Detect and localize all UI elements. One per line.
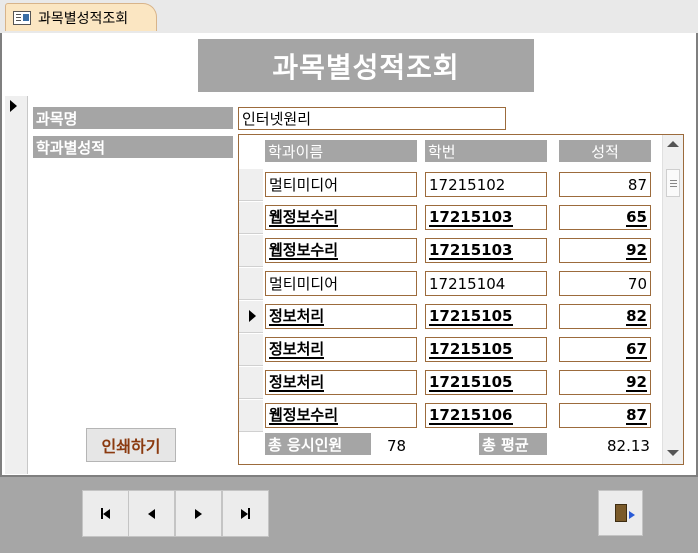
cell-student-id-text: 17215105 [429, 372, 513, 392]
cell-score-text: 87 [626, 405, 647, 425]
page-title: 과목별성적조회 [272, 50, 460, 84]
cell-dept-name[interactable]: 웹정보수리 [265, 205, 417, 230]
row-selector[interactable] [239, 400, 263, 432]
header-score: 성적 [559, 140, 651, 162]
scroll-down-icon[interactable] [667, 450, 679, 456]
cell-score-text: 87 [627, 175, 647, 194]
cell-student-id-text: 17215105 [429, 306, 513, 326]
cell-student-id-text: 17215103 [429, 240, 513, 260]
total-count-label: 총 응시인원 [265, 433, 371, 455]
first-record-icon [101, 508, 110, 519]
subform-vertical-scrollbar[interactable] [662, 135, 683, 464]
record-selector[interactable] [5, 96, 28, 474]
cell-dept-name-text: 정보처리 [269, 306, 325, 326]
scroll-thumb[interactable] [666, 169, 680, 197]
row-selector[interactable] [239, 202, 263, 234]
cell-score[interactable]: 92 [559, 370, 651, 395]
cell-dept-name[interactable]: 멀티미디어 [265, 172, 417, 197]
cell-score[interactable]: 87 [559, 172, 651, 197]
cell-score[interactable]: 70 [559, 271, 651, 296]
cell-score-text: 70 [627, 274, 647, 293]
cell-student-id[interactable]: 17215102 [425, 172, 547, 197]
print-button[interactable]: 인쇄하기 [86, 428, 176, 462]
cell-score[interactable]: 92 [559, 238, 651, 263]
subject-name-label: 과목명 [33, 107, 233, 129]
cell-student-id[interactable]: 17215105 [425, 337, 547, 362]
exit-button[interactable] [598, 490, 643, 536]
cell-dept-name-text: 정보처리 [269, 372, 325, 392]
cell-dept-name[interactable]: 웹정보수리 [265, 238, 417, 263]
cell-score-text: 65 [626, 207, 647, 227]
cell-score[interactable]: 82 [559, 304, 651, 329]
cell-dept-name[interactable]: 멀티미디어 [265, 271, 417, 296]
dept-grades-label: 학과별성적 [33, 136, 233, 158]
cell-dept-name-text: 웹정보수리 [269, 207, 339, 227]
cell-score[interactable]: 67 [559, 337, 651, 362]
subject-name-field[interactable]: 인터넷원리 [238, 107, 506, 130]
row-selector[interactable] [239, 301, 263, 333]
last-record-button[interactable] [222, 490, 269, 537]
title-banner: 과목별성적조회 [198, 39, 534, 92]
cell-student-id-text: 17215105 [429, 339, 513, 359]
last-record-icon [241, 508, 250, 519]
exit-door-icon [614, 504, 635, 522]
tab-label: 과목별성적조회 [38, 10, 129, 27]
cell-student-id[interactable]: 17215104 [425, 271, 547, 296]
cell-student-id-text: 17215106 [429, 405, 513, 425]
previous-record-button[interactable] [128, 490, 175, 537]
cell-dept-name[interactable]: 웹정보수리 [265, 403, 417, 428]
row-selector[interactable] [239, 334, 263, 366]
current-record-arrow-icon [10, 100, 17, 112]
header-student-id: 학번 [425, 140, 547, 162]
cell-dept-name[interactable]: 정보처리 [265, 304, 417, 329]
cell-student-id-text: 17215103 [429, 207, 513, 227]
header-dept-name: 학과이름 [265, 140, 417, 162]
cell-dept-name-text: 정보처리 [269, 339, 325, 359]
total-count-value: 78 [387, 437, 407, 455]
row-selector[interactable] [239, 235, 263, 267]
cell-student-id[interactable]: 17215105 [425, 304, 547, 329]
cell-student-id[interactable]: 17215103 [425, 238, 547, 263]
cell-dept-name-text: 웹정보수리 [269, 405, 339, 425]
row-selector[interactable] [239, 169, 263, 201]
cell-dept-name-text: 웹정보수리 [269, 240, 339, 260]
cell-score-text: 82 [626, 306, 647, 326]
cell-student-id-text: 17215102 [429, 175, 506, 194]
cell-score-text: 92 [626, 372, 647, 392]
cell-dept-name[interactable]: 정보처리 [265, 337, 417, 362]
cell-student-id[interactable]: 17215105 [425, 370, 547, 395]
next-record-icon [195, 508, 202, 519]
next-record-button[interactable] [175, 490, 222, 537]
total-average-label: 총 평균 [479, 433, 547, 455]
scroll-up-icon[interactable] [667, 141, 679, 147]
cell-score[interactable]: 65 [559, 205, 651, 230]
row-selector[interactable] [239, 268, 263, 300]
form-icon [13, 10, 31, 25]
cell-student-id[interactable]: 17215103 [425, 205, 547, 230]
row-selector[interactable] [239, 367, 263, 399]
cell-score-text: 67 [626, 339, 647, 359]
cell-student-id[interactable]: 17215106 [425, 403, 547, 428]
cell-student-id-text: 17215104 [429, 274, 506, 293]
cell-dept-name-text: 멀티미디어 [269, 275, 339, 293]
document-tab-bar: 과목별성적조회 [0, 0, 698, 33]
dept-grades-subform[interactable]: 학과이름 학번 성적 총 응시인원 78 총 평균 82.13 멀티미디어 172… [238, 134, 684, 465]
cell-score-text: 92 [626, 240, 647, 260]
cell-score[interactable]: 87 [559, 403, 651, 428]
first-record-button[interactable] [82, 490, 129, 537]
cell-dept-name[interactable]: 정보처리 [265, 370, 417, 395]
cell-dept-name-text: 멀티미디어 [269, 176, 339, 194]
previous-record-icon [148, 508, 155, 519]
total-average-value: 82.13 [607, 437, 650, 455]
tab-subject-grades[interactable]: 과목별성적조회 [5, 3, 157, 31]
